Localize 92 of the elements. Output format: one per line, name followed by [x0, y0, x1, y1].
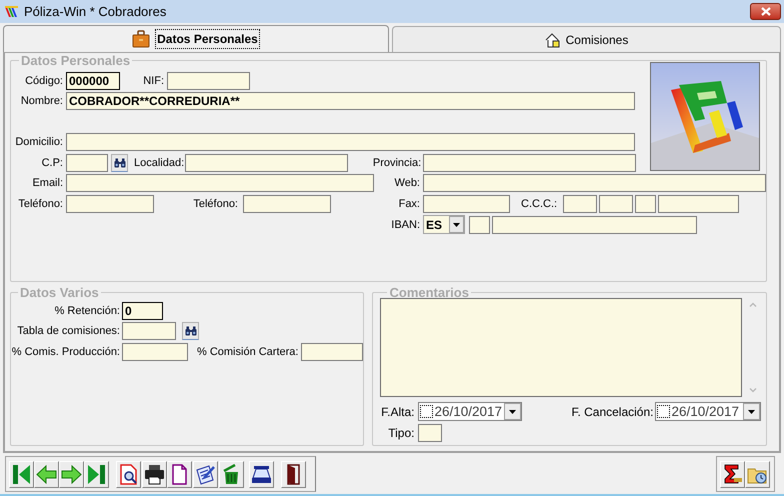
text-field[interactable]	[243, 195, 331, 213]
toolbar-button[interactable]	[142, 460, 167, 488]
field-label: % Comis. Producción:	[11, 345, 120, 360]
field-label: F.Alta:	[380, 404, 414, 420]
field-label: Teléfono:	[17, 197, 63, 212]
field-label: F. Cancelación:	[570, 404, 654, 420]
group-title: Comentarios	[388, 286, 470, 299]
date-picker[interactable]: 26/10/2017	[655, 402, 762, 421]
field-label: Domicilio:	[14, 135, 63, 150]
toolbar-button[interactable]	[193, 460, 218, 488]
house-icon	[544, 32, 561, 48]
text-field[interactable]	[492, 216, 697, 234]
text-field[interactable]	[122, 322, 176, 340]
text-field[interactable]	[66, 154, 108, 172]
text-field[interactable]	[658, 195, 740, 213]
field-label: C.P:	[40, 156, 63, 171]
field-label: NIF:	[142, 74, 164, 89]
text-field[interactable]	[301, 343, 364, 361]
field-label: Web:	[394, 176, 420, 191]
text-field[interactable]	[66, 133, 635, 151]
field-label: Fax:	[398, 197, 420, 212]
sigma-icon	[722, 464, 743, 484]
field-label: Teléfono:	[192, 197, 238, 212]
group-title: Datos Varios	[19, 286, 100, 299]
scroll-up-icon	[749, 302, 758, 307]
field-label: Código:	[24, 74, 63, 89]
text-field[interactable]	[423, 154, 636, 172]
text-field[interactable]	[599, 195, 634, 213]
text-field[interactable]	[423, 174, 766, 192]
toolbar-button[interactable]	[720, 460, 745, 488]
window-title: Póliza-Win * Cobradores	[24, 2, 166, 21]
checkbox[interactable]	[657, 405, 670, 418]
caret-icon	[453, 222, 460, 226]
comments-textarea[interactable]	[380, 298, 742, 397]
binoculars-icon	[184, 326, 196, 336]
toolbar-button[interactable]	[116, 460, 141, 488]
app-logo-icon	[4, 4, 19, 18]
caret-icon	[509, 410, 516, 414]
checkbox[interactable]	[420, 405, 434, 418]
printer-icon	[144, 464, 165, 484]
field-label: Tipo:	[387, 425, 414, 442]
text-field[interactable]	[167, 72, 250, 90]
binoculars-icon	[114, 158, 126, 168]
toolbar-button[interactable]	[745, 460, 770, 488]
dropdown-button[interactable]	[743, 403, 760, 420]
toolbar-button[interactable]	[281, 460, 306, 488]
tab[interactable]: Comisiones	[392, 26, 781, 53]
first-record-icon	[11, 464, 32, 484]
text-field[interactable]	[66, 195, 154, 213]
text-field[interactable]: COBRADOR**CORREDURIA**	[66, 92, 635, 110]
field-label: Tabla de comisiones:	[16, 324, 120, 339]
date-value: 26/10/2017	[671, 403, 740, 420]
text-field[interactable]	[469, 216, 490, 234]
dropdown-button[interactable]	[504, 403, 522, 420]
text-field[interactable]	[66, 174, 374, 192]
search-button[interactable]	[111, 154, 128, 172]
right-arrow-icon	[61, 464, 82, 484]
field-label: % Retención:	[54, 304, 120, 319]
toolbar-button[interactable]	[167, 460, 192, 488]
group-title: Datos Personales	[20, 54, 132, 67]
field-label: IBAN:	[390, 218, 420, 232]
scanner-icon	[251, 464, 272, 484]
text-field[interactable]	[122, 343, 188, 361]
tab[interactable]: Datos Personales	[3, 25, 389, 52]
field-label: Provincia:	[372, 156, 422, 171]
text-field[interactable]	[563, 195, 598, 213]
date-value: 26/10/2017	[434, 403, 504, 420]
text-field[interactable]: 000000	[66, 72, 120, 90]
caret-icon	[748, 410, 756, 414]
toolbar-button[interactable]	[249, 460, 274, 488]
toolbar-button[interactable]	[219, 460, 244, 488]
field-label: % Comisión Cartera:	[197, 345, 298, 360]
date-picker[interactable]: 26/10/2017	[418, 402, 522, 421]
field-label: Email:	[31, 176, 63, 191]
field-label: Localidad:	[134, 156, 184, 171]
close-icon	[760, 7, 770, 16]
field-label: Nombre:	[20, 94, 63, 109]
search-button[interactable]	[182, 322, 199, 340]
text-field[interactable]	[423, 195, 510, 213]
close-button[interactable]	[750, 3, 781, 20]
print-preview-icon	[118, 464, 139, 484]
left-arrow-icon	[36, 464, 57, 484]
text-field[interactable]	[635, 195, 656, 213]
text-field[interactable]	[418, 424, 442, 442]
text-field[interactable]: 0	[122, 302, 163, 320]
field-label: C.C.C.:	[521, 197, 558, 212]
edit-document-icon	[195, 464, 216, 484]
country-dropdown[interactable]: ES	[423, 215, 465, 234]
text-field[interactable]	[185, 154, 348, 172]
scroll-down-icon	[749, 388, 758, 393]
briefcase-icon	[132, 30, 150, 48]
last-record-icon	[86, 464, 107, 484]
